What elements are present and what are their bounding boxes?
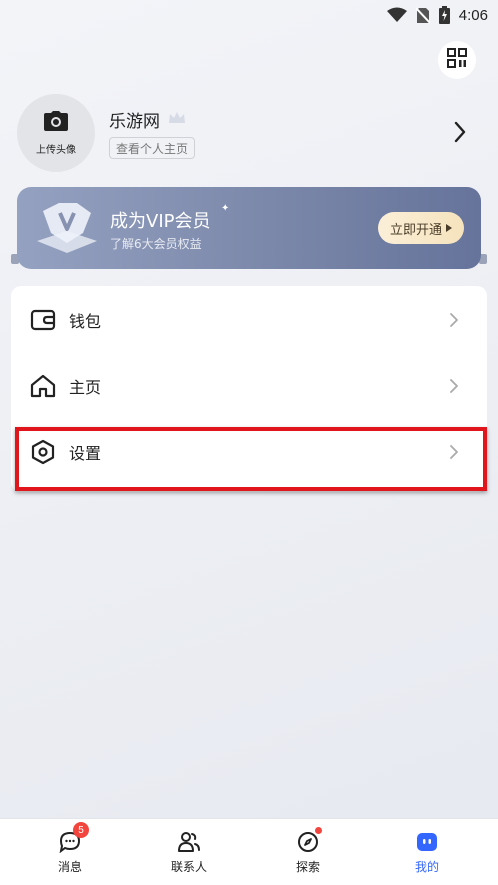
wallet-icon: [30, 309, 56, 331]
nav-tab-label: 联系人: [170, 860, 207, 874]
chevron-right-icon: [449, 312, 459, 328]
vip-banner[interactable]: 成为VIP会员 ✦ 了解6大会员权益 立即开通: [17, 187, 481, 269]
menu-item-settings[interactable]: 设置: [11, 419, 487, 485]
bottom-nav: 5 消息 联系人 探索 我的: [0, 818, 498, 885]
message-icon: 5: [59, 822, 89, 855]
no-sim-icon: [415, 6, 430, 24]
qr-code-icon: [447, 48, 467, 72]
battery-charging-icon: [438, 6, 450, 24]
view-profile-link[interactable]: 查看个人主页: [109, 137, 196, 159]
status-bar: 4:06: [0, 0, 498, 30]
nav-tab-contacts[interactable]: 联系人: [127, 819, 251, 885]
chevron-right-icon: [449, 378, 459, 394]
nav-tab-messages[interactable]: 5 消息: [8, 819, 132, 885]
menu-item-label: 钱包: [69, 312, 102, 331]
nav-tab-label: 探索: [295, 860, 320, 874]
profile-name-row: 乐游网: [109, 107, 186, 132]
profile-icon: [416, 829, 438, 855]
camera-icon: [44, 110, 68, 135]
avatar-upload-label: 上传头像: [36, 144, 76, 156]
nav-tab-label: 消息: [57, 860, 82, 874]
profile-name: 乐游网: [109, 112, 160, 132]
vip-emblem-icon: [31, 199, 103, 261]
contacts-icon: [177, 829, 201, 855]
crown-icon: [168, 110, 186, 130]
avatar-upload[interactable]: 上传头像: [17, 94, 95, 172]
sparkle-icon: ✦: [221, 203, 230, 214]
nav-tab-explore[interactable]: 探索: [246, 819, 370, 885]
menu-item-wallet[interactable]: 钱包: [11, 287, 487, 353]
vip-title: 成为VIP会员: [110, 211, 211, 232]
unread-badge: 5: [73, 822, 89, 838]
vip-subtitle: 了解6大会员权益: [110, 237, 202, 251]
notification-dot: [315, 827, 322, 834]
nav-tab-label: 我的: [414, 860, 439, 874]
status-time: 4:06: [458, 6, 488, 24]
vip-open-button-label: 立即开通: [389, 222, 442, 238]
wifi-icon: [386, 7, 407, 23]
home-icon: [30, 374, 56, 398]
chevron-right-icon: [449, 444, 459, 460]
menu-item-label: 主页: [69, 378, 102, 397]
profile-arrow-icon[interactable]: [453, 121, 467, 147]
nav-tab-me[interactable]: 我的: [365, 819, 489, 885]
menu-item-home[interactable]: 主页: [11, 353, 487, 419]
settings-icon: [30, 439, 56, 465]
menu-card: 钱包 主页 设置: [11, 286, 487, 492]
play-arrow-icon: [446, 221, 452, 236]
compass-icon: [297, 827, 322, 855]
vip-open-button[interactable]: 立即开通: [378, 212, 464, 244]
qr-code-button[interactable]: [438, 41, 476, 79]
menu-item-label: 设置: [69, 444, 102, 463]
